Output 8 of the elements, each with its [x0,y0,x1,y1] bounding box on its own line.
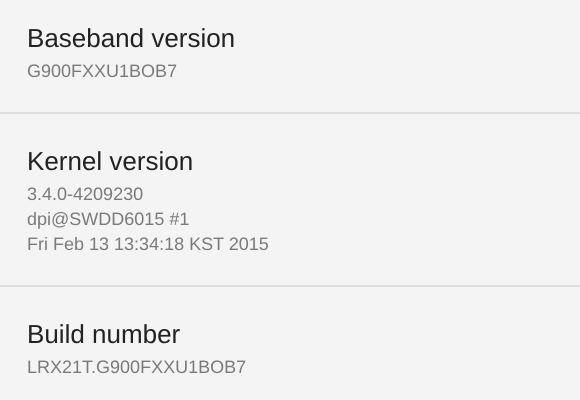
setting-value: G900FXXU1BOB7 [27,60,178,83]
setting-value: LRX21T.G900FXXU1BOB7 [27,356,248,379]
setting-title: Build number [27,318,182,350]
setting-value: 3.4.0-4209230 [27,183,144,206]
setting-value: dpi@SWDD6015 #1 [27,208,190,231]
setting-title: Baseband version [27,22,236,54]
setting-value: Fri Feb 13 13:34:18 KST 2015 [27,233,270,256]
setting-title: Kernel version [27,145,194,177]
